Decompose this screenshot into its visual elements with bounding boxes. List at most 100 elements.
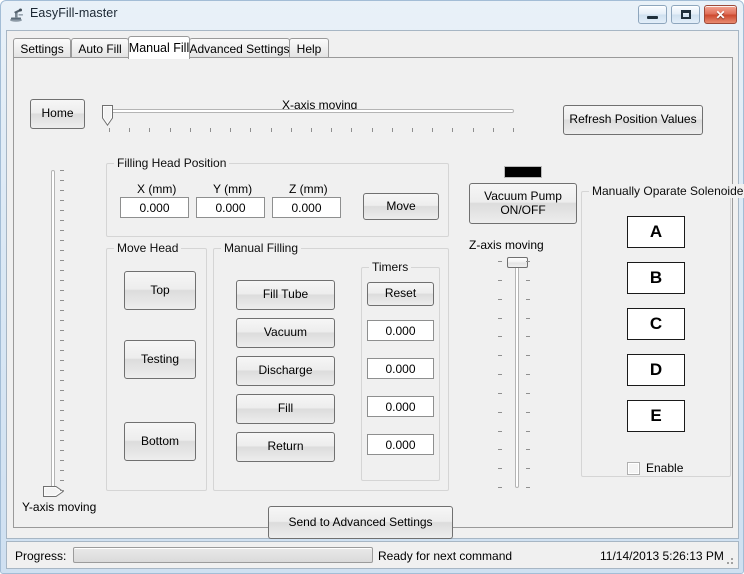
solenoid-e-button[interactable]: E: [627, 400, 685, 432]
move-button[interactable]: Move: [363, 193, 439, 220]
home-button-label: Home: [41, 106, 74, 121]
vacuum-button[interactable]: Vacuum: [236, 318, 335, 348]
x-axis-slider-ticks: [109, 128, 514, 133]
status-message: Ready for next command: [378, 549, 513, 563]
slider-tick: [60, 360, 64, 361]
slider-tick: [60, 200, 64, 201]
machine-icon: [10, 8, 23, 22]
slider-tick: [60, 220, 64, 221]
y-axis-slider-ticks: [60, 170, 66, 492]
solenoid-b-button[interactable]: B: [627, 262, 685, 294]
timer-value-1-text: 0.000: [385, 323, 416, 338]
slider-tick: [526, 261, 530, 262]
x-axis-slider-track[interactable]: [109, 109, 514, 113]
slider-tick: [331, 128, 332, 132]
z-axis-slider-track[interactable]: [515, 258, 519, 488]
progress-bar: [73, 547, 373, 563]
refresh-position-values-button[interactable]: Refresh Position Values: [563, 105, 703, 135]
send-to-advanced-settings-button[interactable]: Send to Advanced Settings: [268, 506, 453, 539]
timer-value-2[interactable]: 0.000: [367, 358, 434, 379]
slider-tick: [60, 470, 64, 471]
y-position-input[interactable]: 0.000: [196, 197, 265, 218]
y-axis-slider-track[interactable]: [51, 170, 55, 490]
y-field-label: Y (mm): [213, 182, 253, 196]
timer-value-3[interactable]: 0.000: [367, 396, 434, 417]
tab-strip: Settings Auto Fill Manual Fill Advanced …: [13, 36, 733, 59]
tab-auto-fill[interactable]: Auto Fill: [71, 38, 129, 58]
x-axis-slider-thumb[interactable]: [102, 105, 113, 126]
y-position-value: 0.000: [215, 200, 246, 215]
vacuum-pump-indicator: [504, 166, 542, 178]
close-icon: ✕: [715, 7, 726, 22]
slider-tick: [311, 128, 312, 132]
discharge-button[interactable]: Discharge: [236, 356, 335, 386]
z-axis-slider-thumb[interactable]: [507, 257, 528, 268]
tab-help[interactable]: Help: [289, 38, 329, 58]
tab-label: Auto Fill: [78, 41, 122, 56]
slider-tick: [60, 320, 64, 321]
tab-manual-fill[interactable]: Manual Fill: [128, 36, 190, 59]
move-head-bottom-label: Bottom: [140, 433, 179, 448]
x-position-value: 0.000: [139, 200, 170, 215]
slider-tick: [250, 128, 251, 132]
slider-tick: [526, 468, 530, 469]
slider-tick: [149, 128, 150, 132]
solenoid-d-button[interactable]: D: [627, 354, 685, 386]
resize-grip-icon[interactable]: [722, 553, 735, 566]
timers-reset-button[interactable]: Reset: [367, 282, 434, 306]
solenoid-e-label: E: [650, 406, 662, 426]
slider-tick: [60, 250, 64, 251]
tab-label: Help: [296, 41, 322, 56]
slider-tick: [60, 190, 64, 191]
maximize-button[interactable]: [671, 5, 700, 24]
slider-tick: [473, 128, 474, 132]
close-button[interactable]: ✕: [704, 5, 737, 24]
slider-tick: [210, 128, 211, 132]
slider-tick: [498, 318, 502, 319]
enable-checkbox[interactable]: [627, 462, 640, 475]
vacuum-label: Vacuum: [263, 325, 308, 340]
slider-tick: [526, 449, 530, 450]
slider-tick: [498, 280, 502, 281]
timer-value-4[interactable]: 0.000: [367, 434, 434, 455]
timer-value-1[interactable]: 0.000: [367, 320, 434, 341]
slider-tick: [60, 310, 64, 311]
move-head-bottom-button[interactable]: Bottom: [124, 422, 196, 461]
minimize-button[interactable]: [638, 5, 667, 24]
maximize-icon: [672, 6, 699, 23]
fill-button[interactable]: Fill: [236, 394, 335, 424]
home-button[interactable]: Home: [30, 99, 85, 129]
move-head-top-button[interactable]: Top: [124, 271, 196, 310]
slider-tick: [60, 400, 64, 401]
slider-tick: [60, 350, 64, 351]
slider-tick: [432, 128, 433, 132]
send-button-label: Send to Advanced Settings: [288, 514, 433, 529]
slider-tick: [60, 340, 64, 341]
slider-tick: [526, 412, 530, 413]
slider-tick: [498, 412, 502, 413]
fill-tube-button[interactable]: Fill Tube: [236, 280, 335, 310]
vacuum-pump-toggle-button[interactable]: Vacuum Pump ON/OFF: [469, 183, 577, 224]
slider-tick: [60, 260, 64, 261]
slider-tick: [60, 450, 64, 451]
tab-settings[interactable]: Settings: [13, 38, 71, 58]
slider-tick: [60, 230, 64, 231]
fill-label: Fill: [277, 401, 294, 416]
slider-tick: [60, 420, 64, 421]
refresh-button-label: Refresh Position Values: [569, 112, 697, 127]
application-window: EasyFill-master ✕ Settings Auto Fill Man…: [0, 0, 744, 574]
return-button[interactable]: Return: [236, 432, 335, 462]
x-position-input[interactable]: 0.000: [120, 197, 189, 218]
tab-label: Manual Fill: [128, 41, 190, 55]
fill-tube-label: Fill Tube: [262, 287, 309, 302]
client-area: Settings Auto Fill Manual Fill Advanced …: [6, 30, 744, 539]
vacuum-pump-label-line2: ON/OFF: [500, 202, 546, 217]
move-head-testing-button[interactable]: Testing: [124, 340, 196, 379]
z-position-input[interactable]: 0.000: [272, 197, 341, 218]
solenoid-title: Manually Oparate Solenoide: [589, 184, 744, 198]
solenoid-a-button[interactable]: A: [627, 216, 685, 248]
title-bar[interactable]: EasyFill-master ✕: [1, 1, 743, 29]
solenoid-c-button[interactable]: C: [627, 308, 685, 340]
slider-tick: [351, 128, 352, 132]
tab-advanced-settings[interactable]: Advanced Settings: [189, 38, 290, 58]
